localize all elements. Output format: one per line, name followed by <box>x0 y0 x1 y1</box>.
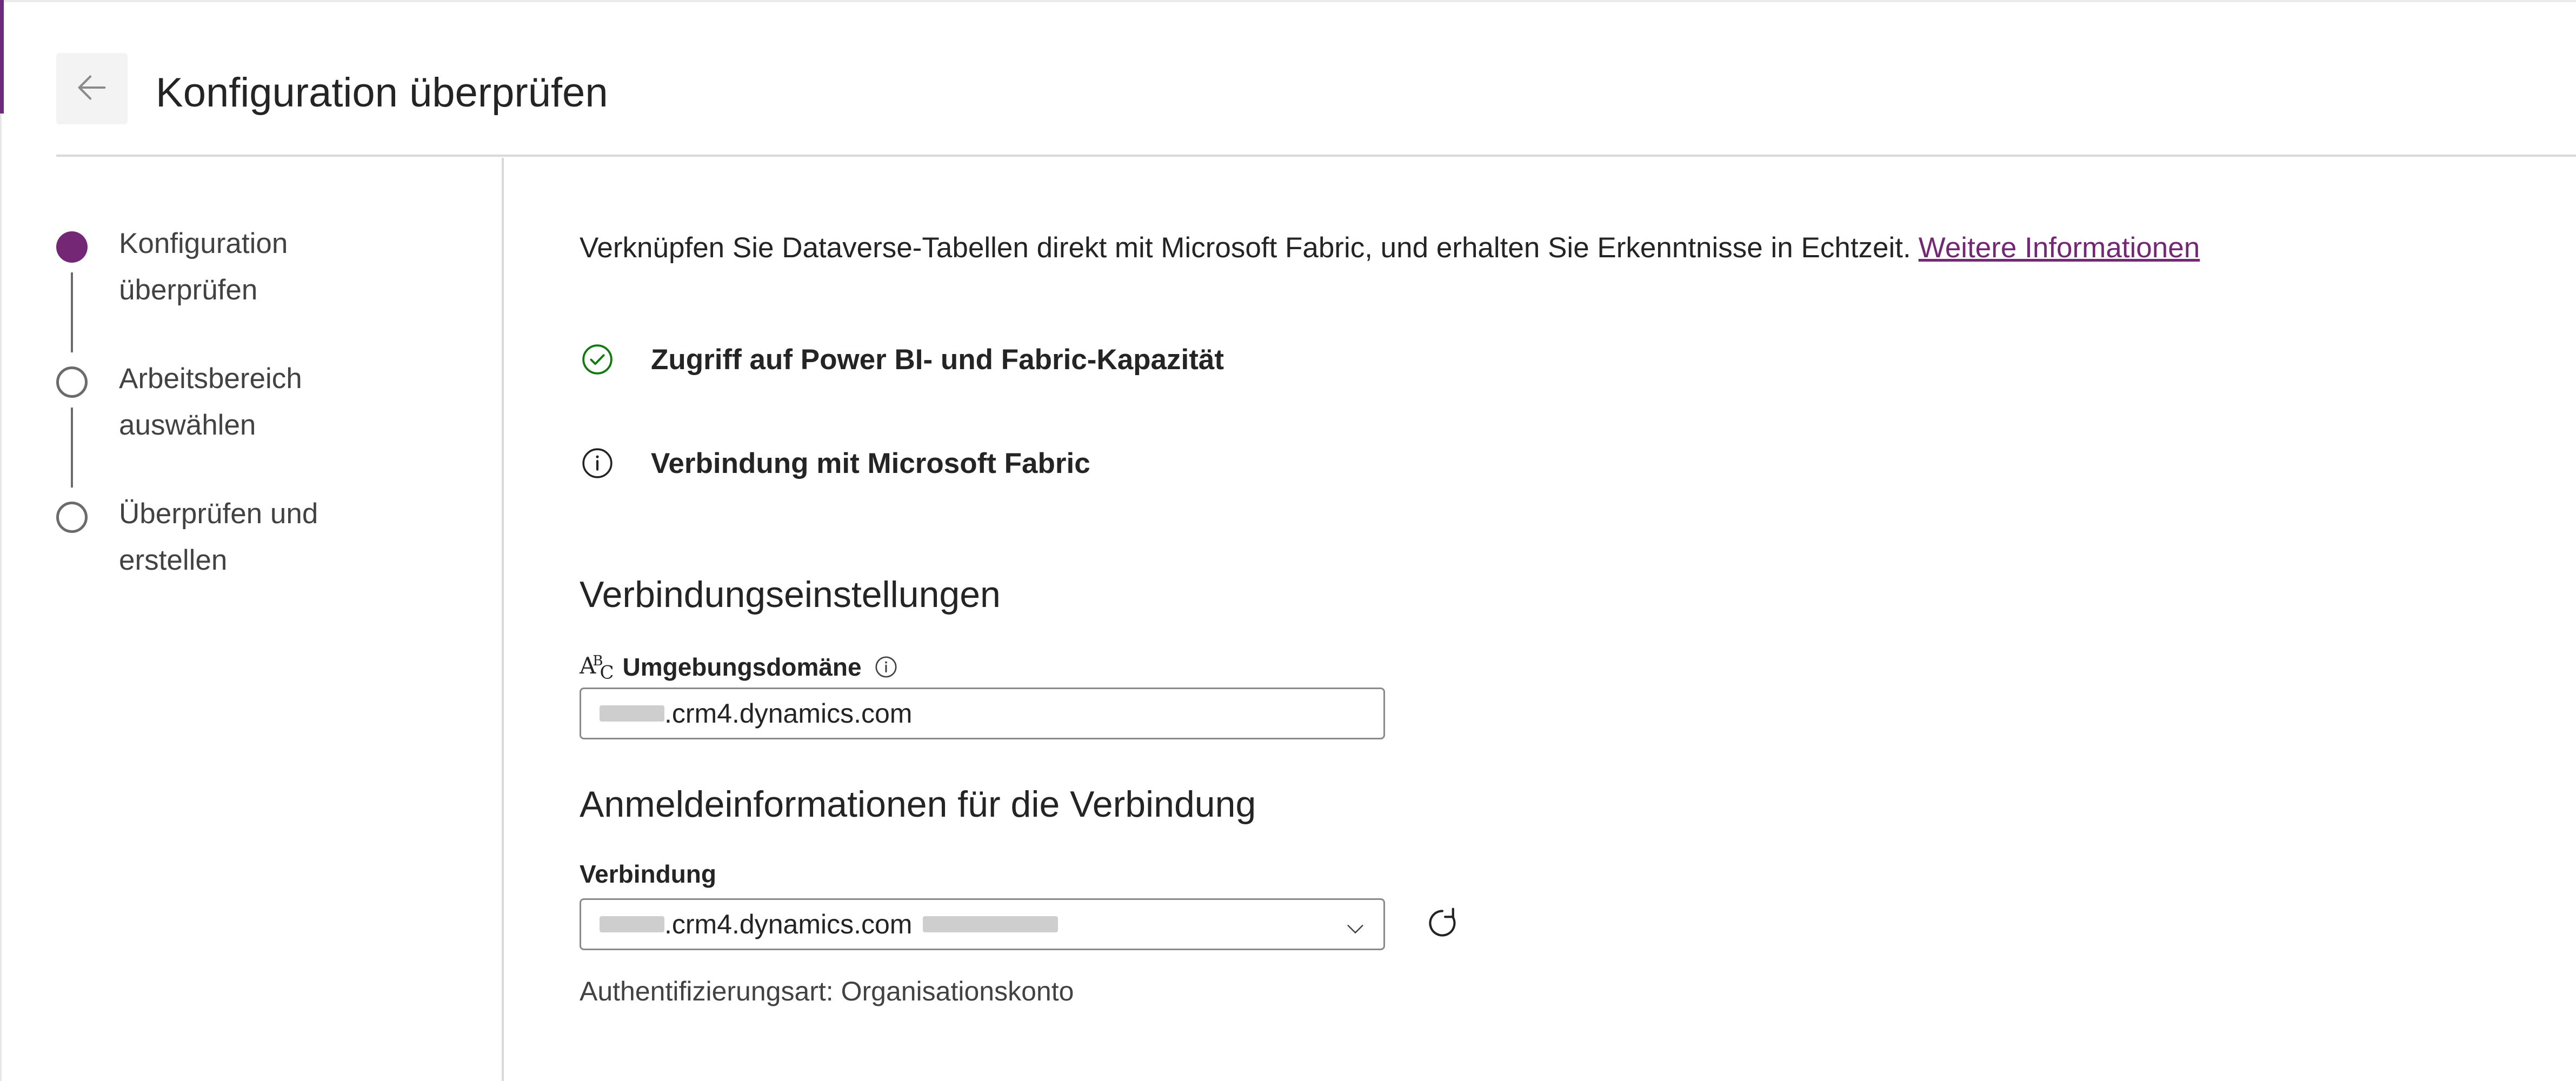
redacted-text <box>600 916 664 932</box>
auth-type-text: Authentifizierungsart: Organisationskont… <box>580 976 1074 1006</box>
refresh-button[interactable] <box>1421 898 1464 950</box>
redacted-text <box>923 916 1059 932</box>
connection-value: .crm4.dynamics.com <box>664 909 913 939</box>
step-label-line1: Konfiguration <box>119 228 288 259</box>
check-capacity-access: Zugriff auf Power BI- und Fabric-Kapazit… <box>580 336 1224 383</box>
info-circle-icon <box>580 445 615 481</box>
step-review-create[interactable]: Überprüfen und erstellen <box>119 491 443 584</box>
env-domain-label: ABC Umgebungsdomäne <box>580 642 898 691</box>
page-title: Konfiguration überprüfen <box>156 70 608 116</box>
page-header: Konfiguration überprüfen <box>0 0 2576 158</box>
text-field-icon: ABC <box>580 652 614 684</box>
arrow-left-icon <box>73 69 111 109</box>
chevron-down-icon <box>1343 915 1367 946</box>
check-circle-icon <box>580 342 615 377</box>
main-content: Verknüpfen Sie Dataverse-Tabellen direkt… <box>504 158 2576 1081</box>
step-label-line2: auswählen <box>119 409 256 441</box>
env-domain-input[interactable]: .crm4.dynamics.com <box>580 688 1385 739</box>
intro-paragraph: Verknüpfen Sie Dataverse-Tabellen direkt… <box>580 225 2200 271</box>
credentials-heading: Anmeldeinformationen für die Verbindung <box>580 784 1256 825</box>
env-domain-value: .crm4.dynamics.com <box>664 698 913 729</box>
step-indicator-active <box>56 231 88 263</box>
redacted-text <box>600 705 664 722</box>
step-label-line1: Überprüfen und <box>119 498 318 530</box>
step-indicator-inactive <box>56 366 88 398</box>
check-label: Verbindung mit Microsoft Fabric <box>651 447 1090 479</box>
connection-label: Verbindung <box>580 860 716 888</box>
env-domain-label-text: Umgebungsdomäne <box>622 652 862 681</box>
connection-settings-heading: Verbindungseinstellungen <box>580 574 1001 615</box>
refresh-icon <box>1423 904 1462 945</box>
connection-dropdown[interactable]: .crm4.dynamics.com <box>580 898 1385 950</box>
step-connector <box>71 272 73 352</box>
step-select-workspace[interactable]: Arbeitsbereich auswählen <box>119 356 443 449</box>
step-indicator-inactive <box>56 502 88 533</box>
wizard-stepper: Konfiguration überprüfen Arbeitsbereich … <box>0 158 503 1081</box>
step-label-line1: Arbeitsbereich <box>119 363 302 395</box>
learn-more-link[interactable]: Weitere Informationen <box>1919 232 2200 264</box>
step-connector <box>71 408 73 488</box>
header-divider <box>56 155 2576 157</box>
check-label: Zugriff auf Power BI- und Fabric-Kapazit… <box>651 343 1224 376</box>
info-icon[interactable] <box>874 655 898 679</box>
intro-text: Verknüpfen Sie Dataverse-Tabellen direkt… <box>580 232 1911 264</box>
back-button[interactable] <box>56 53 128 124</box>
step-label-line2: erstellen <box>119 544 228 576</box>
check-fabric-connection: Verbindung mit Microsoft Fabric <box>580 440 1090 486</box>
step-label-line2: überprüfen <box>119 274 258 306</box>
step-configuration-check[interactable]: Konfiguration überprüfen <box>119 221 443 313</box>
